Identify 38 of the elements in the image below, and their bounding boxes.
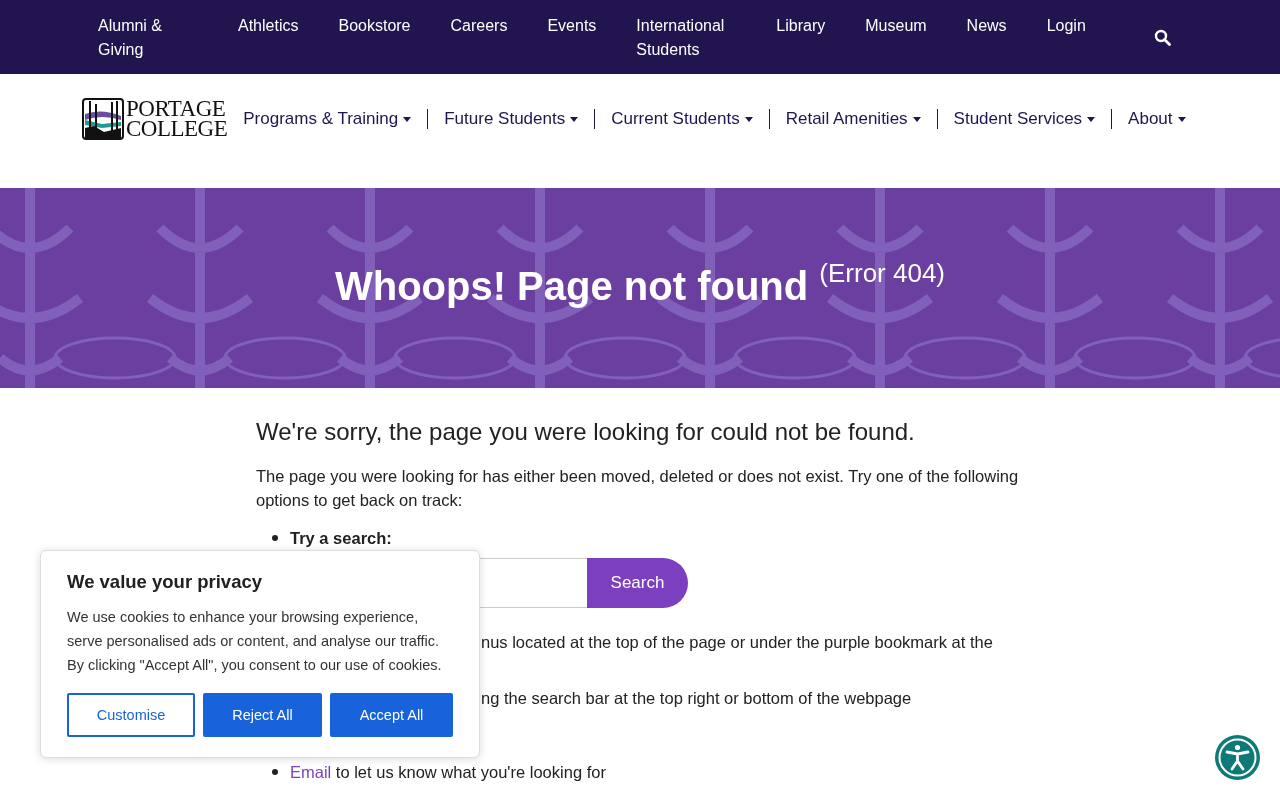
bullet-icon [272,535,278,541]
logo-icon [82,98,124,140]
top-nav-link[interactable]: International Students [636,14,737,62]
top-nav-link[interactable]: Events [547,14,597,38]
main-nav-link[interactable]: Current Students [611,109,753,129]
search-button[interactable]: Search [587,558,688,608]
top-nav-link[interactable]: Museum [865,14,927,38]
top-nav-link[interactable]: Alumni & Giving [98,14,198,62]
page-title: Whoops! Page not found $^{(Error 404)}$ [334,258,946,309]
top-nav-link[interactable]: Login [1046,14,1086,38]
top-nav-link[interactable]: News [966,14,1007,38]
option-text: ng the search bar at the top right or bottom of the webpage [481,688,913,709]
search-label: Try a search: [290,529,392,547]
cookie-button[interactable]: Accept All [330,693,453,737]
top-nav-link[interactable]: Careers [450,14,508,38]
dialog-text: We use cookies to enhance your browsing experience, serve personalised ads or content, and analyse our traffic. By clicking "Accept All", you consent to our use of cookies. [67,608,443,675]
error-heading: We're sorry, the page you were looking for could not be found. [256,418,916,446]
bullet-icon [272,769,278,775]
main-nav-link[interactable]: Future Students [444,109,579,129]
intro-text: The page you were looking for has either been moved, deleted or does not exist. Try one of the following options to get back on track: [256,466,1020,511]
top-nav-link[interactable]: Athletics [238,14,299,38]
accessibility-icon[interactable] [1215,735,1260,780]
dialog-title: We value your privacy [67,571,264,593]
cookie-button[interactable]: Customise [67,693,195,737]
option-text: nus located at the top of the page or under the purple bookmark at the [481,632,994,653]
main-nav-link[interactable]: Student Services [953,109,1096,129]
option-text: Email to let us know what you're looking for [290,763,606,781]
logo-text[interactable]: PORTAGE [126,99,228,119]
cookie-button[interactable]: Reject All [203,693,322,737]
main-nav-link[interactable]: Retail Amenities [785,109,921,129]
top-nav-link[interactable]: Library [776,14,826,38]
top-nav-link[interactable]: Bookstore [338,14,411,38]
email-link[interactable]: Email [290,763,332,781]
main-nav-link[interactable]: Programs & Training [243,109,412,129]
logo-text[interactable]: COLLEGE [126,119,228,139]
search-icon[interactable] [1153,29,1171,46]
main-nav-link[interactable]: About [1128,109,1186,129]
search-field[interactable] [480,558,587,608]
